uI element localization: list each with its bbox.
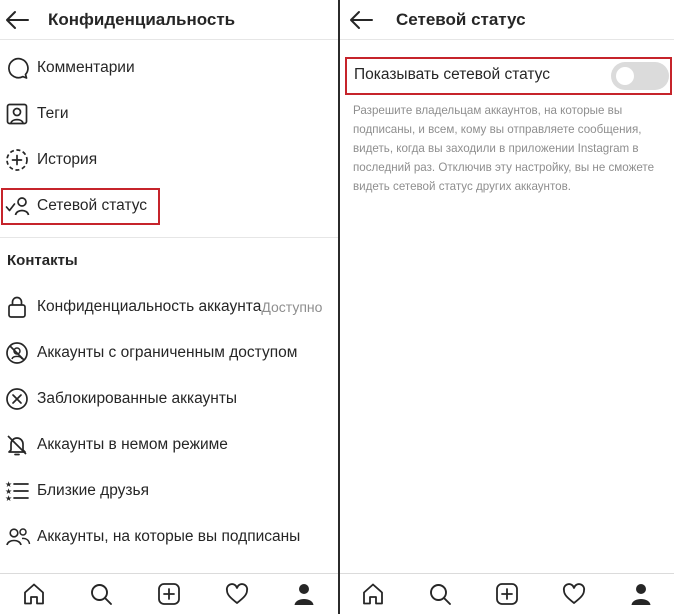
tab-activity[interactable] [554,574,594,614]
activity-status-panel: Сетевой статус Показывать сетевой статус… [340,0,674,614]
activity-heart-icon [225,582,249,606]
activity-status-header: Сетевой статус [340,0,674,40]
menu-item-following[interactable]: Аккаунты, на которые вы подписаны [0,517,338,557]
highlight-box [345,57,672,95]
menu-item-comments[interactable]: Комментарии [0,48,338,88]
menu-item-tags[interactable]: Теги [0,94,338,134]
back-button[interactable] [0,0,36,40]
menu-item-label: Близкие друзья [37,482,149,499]
comment-icon [0,48,34,88]
home-icon [22,582,46,606]
tab-profile[interactable] [284,574,324,614]
activity-status-description: Разрешите владельцам аккаунтов, на котор… [353,104,655,193]
new-post-icon [157,582,181,606]
tag-user-icon [0,94,34,134]
profile-icon [292,582,316,606]
menu-item-label: История [37,151,98,168]
lock-icon [0,287,34,327]
menu-item-restricted[interactable]: Аккаунты с ограниченным доступом [0,333,338,373]
bottom-tab-bar [0,573,338,614]
search-icon [428,582,452,606]
menu-item-label: Комментарии [37,59,135,76]
menu-item-account-privacy[interactable]: Конфиденциальность аккаунта Доступно [0,287,338,327]
following-icon [0,517,34,557]
menu-item-blocked[interactable]: Заблокированные аккаунты [0,379,338,419]
tab-new-post[interactable] [149,574,189,614]
tab-search[interactable] [81,574,121,614]
menu-item-label: Аккаунты с ограниченным доступом [37,344,298,361]
section-divider [0,237,338,238]
tab-activity[interactable] [217,574,257,614]
tab-profile[interactable] [621,574,661,614]
back-button[interactable] [340,0,388,40]
home-icon [361,582,385,606]
tab-home[interactable] [353,574,393,614]
tab-home[interactable] [14,574,54,614]
menu-item-label: Аккаунты, на которые вы подписаны [37,528,301,545]
menu-item-story[interactable]: История [0,140,338,180]
highlight-box [1,188,160,225]
activity-heart-icon [562,582,586,606]
menu-item-label: Аккаунты в немом режиме [37,436,228,453]
tab-new-post[interactable] [487,574,527,614]
profile-icon [629,582,653,606]
privacy-header: Конфиденциальность [0,0,338,40]
menu-item-label: Конфиденциальность аккаунта [37,298,262,315]
privacy-panel: Конфиденциальность Комментарии Теги Исто… [0,0,338,614]
account-privacy-value: Доступно [261,299,323,315]
svg-text:★: ★ [5,494,12,503]
muted-bell-icon [0,425,34,465]
page-title: Сетевой статус [396,9,526,29]
menu-item-close-friends[interactable]: ★ ★ ★ Близкие друзья [0,471,338,511]
tab-search[interactable] [420,574,460,614]
section-title-contacts: Контакты [7,252,78,269]
bottom-tab-bar [340,573,674,614]
story-add-icon [0,140,34,180]
restricted-icon [0,333,34,373]
search-icon [89,582,113,606]
menu-item-muted[interactable]: Аккаунты в немом режиме [0,425,338,465]
close-friends-icon: ★ ★ ★ [0,471,34,511]
back-arrow-icon [348,10,374,30]
page-title: Конфиденциальность [48,9,236,29]
menu-item-label: Заблокированные аккаунты [37,390,238,407]
blocked-icon [0,379,34,419]
back-arrow-icon [4,10,30,30]
new-post-icon [495,582,519,606]
menu-item-label: Теги [37,105,69,122]
